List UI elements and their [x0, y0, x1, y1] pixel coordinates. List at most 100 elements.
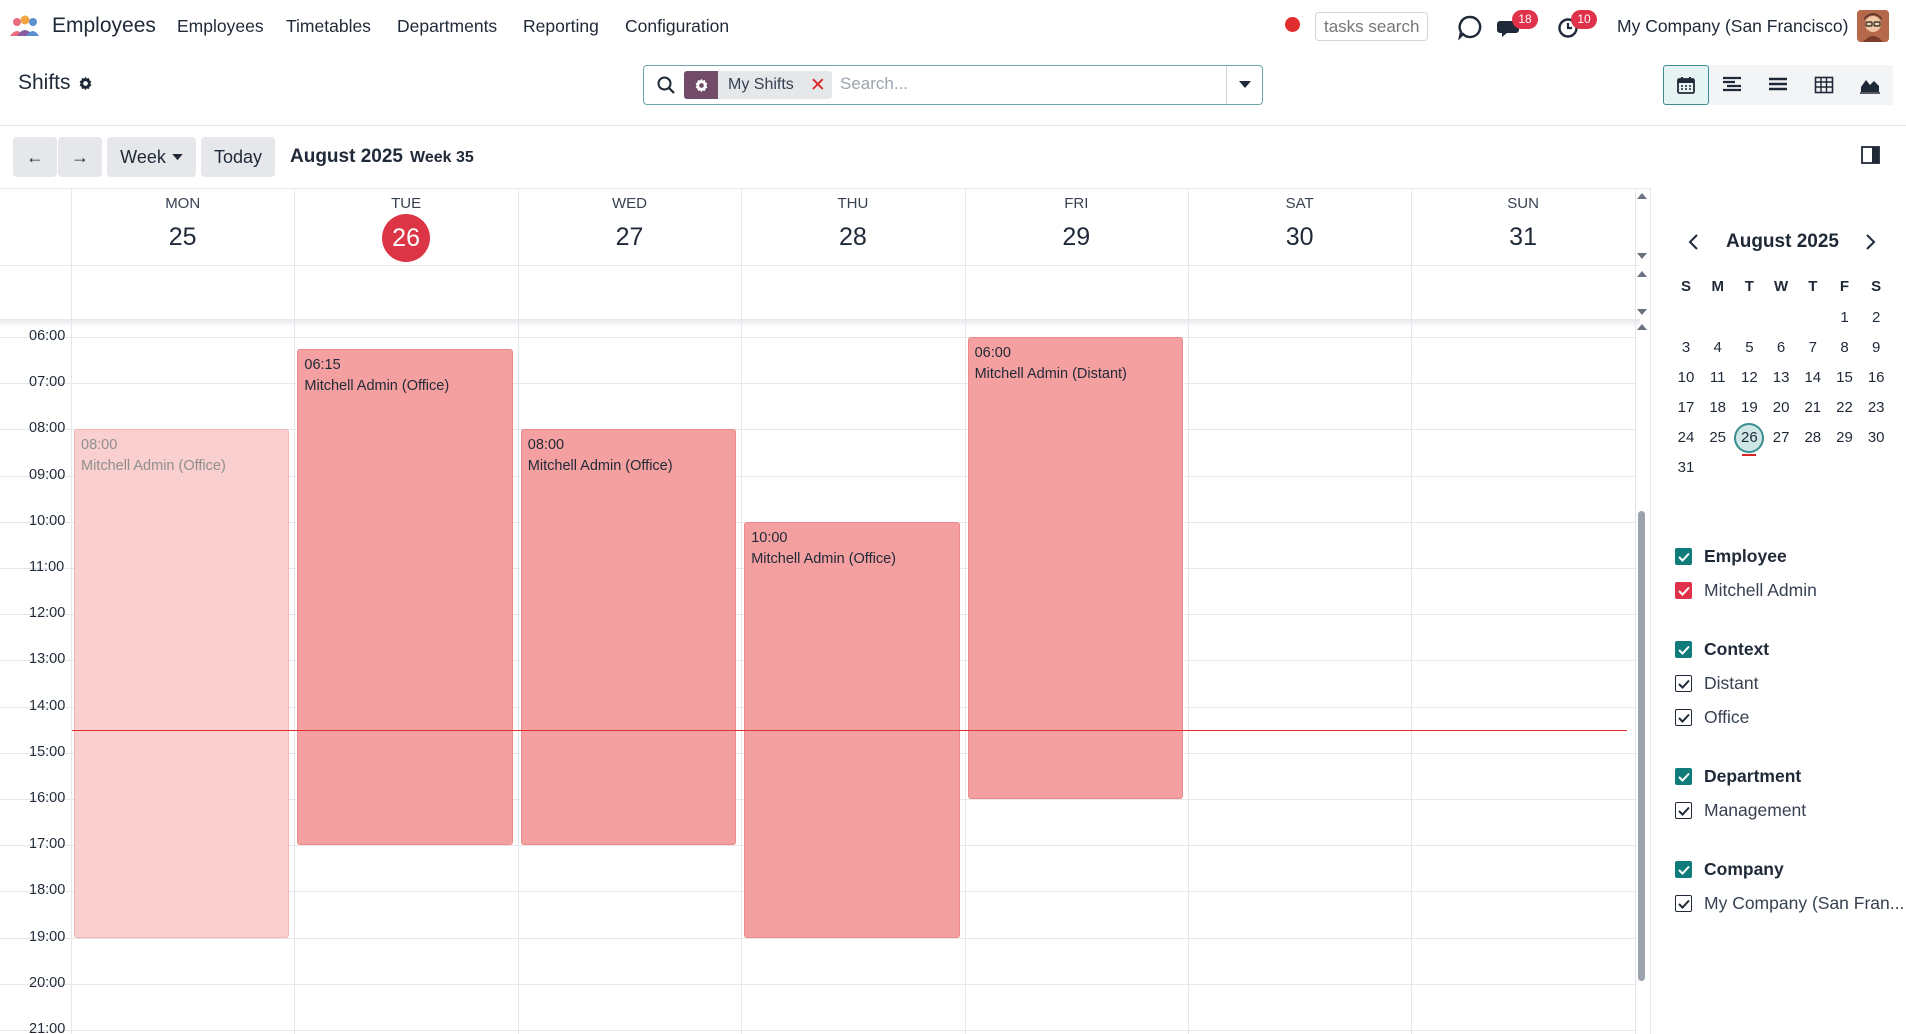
- menu-timetables[interactable]: Timetables: [286, 16, 371, 37]
- pivot-view-button[interactable]: [1801, 65, 1847, 105]
- day-header[interactable]: WED 27: [518, 189, 741, 265]
- checkbox[interactable]: [1675, 802, 1692, 819]
- mini-day[interactable]: 21: [1798, 393, 1828, 423]
- avatar[interactable]: [1857, 10, 1889, 42]
- today-button[interactable]: Today: [201, 137, 275, 177]
- next-button[interactable]: →: [58, 137, 102, 177]
- mini-day[interactable]: 9: [1861, 333, 1891, 363]
- mini-day[interactable]: 23: [1861, 393, 1891, 423]
- filter-group-company[interactable]: Company: [1675, 859, 1784, 880]
- app-logo-icon[interactable]: [9, 15, 39, 37]
- mini-day[interactable]: 18: [1703, 393, 1733, 423]
- mini-day[interactable]: 10: [1671, 363, 1701, 393]
- mini-day[interactable]: 12: [1734, 363, 1764, 393]
- company-switcher[interactable]: My Company (San Francisco): [1617, 16, 1848, 37]
- filter-item[interactable]: My Company (San Fran...: [1675, 893, 1904, 914]
- header-shadow: [0, 319, 1640, 327]
- sidebar-toggle-icon[interactable]: [1861, 146, 1880, 164]
- day-header[interactable]: MON 25: [71, 189, 294, 265]
- page-title[interactable]: Shifts: [18, 71, 71, 95]
- mini-day[interactable]: 15: [1830, 363, 1860, 393]
- scroll-up-arrow-icon[interactable]: [1637, 324, 1647, 330]
- mini-day[interactable]: 28: [1798, 423, 1828, 453]
- scroll-down-arrow-icon[interactable]: [1637, 253, 1647, 259]
- mini-day[interactable]: 19: [1734, 393, 1764, 423]
- mini-day[interactable]: 8: [1830, 333, 1860, 363]
- checkbox[interactable]: [1675, 861, 1692, 878]
- filter-item[interactable]: Mitchell Admin: [1675, 580, 1817, 601]
- menu-employees[interactable]: Employees: [177, 16, 264, 37]
- filter-item[interactable]: Distant: [1675, 673, 1758, 694]
- scroll-down-arrow-icon[interactable]: [1637, 309, 1647, 315]
- mini-day[interactable]: 24: [1671, 423, 1701, 453]
- mini-day[interactable]: 11: [1703, 363, 1733, 393]
- mini-day[interactable]: 17: [1671, 393, 1701, 423]
- mini-day[interactable]: 25: [1703, 423, 1733, 453]
- shift-event[interactable]: 08:00 Mitchell Admin (Office): [74, 429, 290, 938]
- search-input[interactable]: Search...: [840, 74, 908, 94]
- checkbox[interactable]: [1675, 895, 1692, 912]
- mini-day[interactable]: 2: [1861, 303, 1891, 333]
- tasks-search-input[interactable]: [1315, 12, 1428, 41]
- day-header[interactable]: SUN 31: [1411, 189, 1634, 265]
- day-header[interactable]: SAT 30: [1188, 189, 1411, 265]
- filter-group-context[interactable]: Context: [1675, 639, 1769, 660]
- previous-button[interactable]: ←: [13, 137, 57, 177]
- checkbox[interactable]: [1675, 548, 1692, 565]
- mini-day[interactable]: 5: [1734, 333, 1764, 363]
- mini-day[interactable]: 20: [1766, 393, 1796, 423]
- filter-item[interactable]: Office: [1675, 707, 1749, 728]
- checkbox[interactable]: [1675, 675, 1692, 692]
- gear-icon[interactable]: [77, 75, 94, 92]
- mini-day[interactable]: 13: [1766, 363, 1796, 393]
- filter-item[interactable]: Management: [1675, 800, 1806, 821]
- filter-group-employee[interactable]: Employee: [1675, 546, 1787, 567]
- day-header[interactable]: THU 28: [741, 189, 964, 265]
- checkbox[interactable]: [1675, 582, 1692, 599]
- mini-day[interactable]: 3: [1671, 333, 1701, 363]
- chevron-left-icon[interactable]: [1686, 233, 1702, 251]
- facet-close-icon[interactable]: ✕: [804, 74, 832, 97]
- shift-event[interactable]: 06:15 Mitchell Admin (Office): [297, 348, 513, 846]
- app-name[interactable]: Employees: [52, 14, 156, 38]
- voip-icon[interactable]: [1456, 13, 1484, 41]
- mini-day[interactable]: 30: [1861, 423, 1891, 453]
- menu-reporting[interactable]: Reporting: [523, 16, 599, 37]
- filter-group-department[interactable]: Department: [1675, 766, 1801, 787]
- mini-day[interactable]: 14: [1798, 363, 1828, 393]
- record-dot-icon[interactable]: [1285, 17, 1300, 32]
- graph-view-button[interactable]: [1847, 65, 1893, 105]
- mini-day-today[interactable]: 26: [1734, 423, 1765, 453]
- mini-day[interactable]: 7: [1798, 333, 1828, 363]
- mini-day[interactable]: 6: [1766, 333, 1796, 363]
- checkbox[interactable]: [1675, 768, 1692, 785]
- mini-day[interactable]: 27: [1766, 423, 1796, 453]
- mini-day[interactable]: 31: [1671, 453, 1701, 483]
- chevron-right-icon[interactable]: [1862, 233, 1878, 251]
- hour-label: 20:00: [29, 974, 66, 991]
- scrollbar-thumb[interactable]: [1638, 511, 1645, 981]
- menu-departments[interactable]: Departments: [397, 16, 497, 37]
- mini-day[interactable]: 4: [1703, 333, 1733, 363]
- menu-configuration[interactable]: Configuration: [625, 16, 729, 37]
- calendar-view-button[interactable]: [1663, 65, 1709, 105]
- shift-event[interactable]: 08:00 Mitchell Admin (Office): [520, 429, 737, 846]
- scale-dropdown[interactable]: Week: [107, 137, 196, 177]
- all-day-row[interactable]: [0, 265, 1640, 319]
- checkbox[interactable]: [1675, 641, 1692, 658]
- gantt-view-button[interactable]: [1709, 65, 1755, 105]
- scroll-up-arrow-icon[interactable]: [1637, 193, 1647, 199]
- search-bar[interactable]: My Shifts ✕ Search...: [643, 65, 1263, 105]
- scroll-up-arrow-icon[interactable]: [1637, 271, 1647, 277]
- list-view-button[interactable]: [1755, 65, 1801, 105]
- checkbox[interactable]: [1675, 709, 1692, 726]
- search-facet[interactable]: My Shifts ✕: [684, 71, 832, 99]
- day-header[interactable]: FRI 29: [965, 189, 1188, 265]
- mini-day[interactable]: 1: [1830, 303, 1860, 333]
- mini-day[interactable]: 16: [1861, 363, 1891, 393]
- mini-day[interactable]: 29: [1830, 423, 1860, 453]
- day-header[interactable]: TUE 26: [294, 189, 517, 265]
- search-options-toggle[interactable]: [1226, 66, 1262, 104]
- mini-day[interactable]: 22: [1830, 393, 1860, 423]
- search-icon[interactable]: [656, 75, 676, 95]
